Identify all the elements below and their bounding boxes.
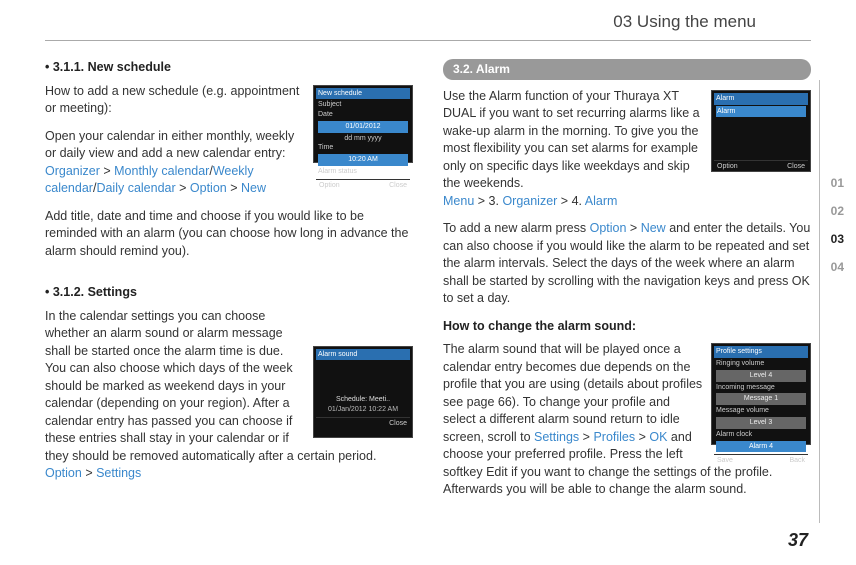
shot-value: Level 3 [716,417,806,429]
nav-link: OK [649,430,667,444]
nav-link: Profiles [593,430,635,444]
nav-link: Option [590,221,627,235]
shot-title: Alarm sound [316,349,410,361]
screenshot-alarm-sound: Alarm sound Schedule: Meeti.. 01/Jan/201… [313,346,413,438]
section-heading-alarm: 3.2. Alarm [443,59,811,80]
heading-settings: • 3.1.2. Settings [45,284,413,302]
shot-row: Incoming message [714,383,808,393]
screenshot-alarm-list: Alarm Alarm Option Close [711,90,811,172]
vertical-divider [819,80,820,523]
shot-value: Alarm 4 [716,441,806,453]
shot-value: 01/01/2012 [318,121,408,133]
sep: > [626,221,640,235]
nav-link: Monthly calendar [114,164,209,178]
nav-link: New [641,221,666,235]
shot-text: Schedule: Meeti.. [316,395,410,405]
shot-row: Alarm [716,106,806,118]
nav-link: Organizer [502,194,557,208]
sep: > 4. [557,194,584,208]
softkey-right: Close [389,181,407,191]
shot-title: Alarm [714,93,808,105]
nav-link: New [241,181,266,195]
text: To add a new alarm press [443,221,590,235]
shot-row: Date [316,110,410,120]
nav-link: Daily calendar [96,181,175,195]
sep: > [82,466,96,480]
sep: > [100,164,114,178]
sep: > [176,181,190,195]
page-content: • 3.1.1. New schedule New schedule Subje… [0,59,856,509]
sep: > [635,430,649,444]
shot-value: Level 4 [716,370,806,382]
chapter-tab-04[interactable]: 04 [827,254,848,280]
page-number: 37 [788,530,808,551]
screenshot-new-schedule: New schedule Subject Date 01/01/2012 dd … [313,85,413,163]
chapter-tabs: 01 02 03 04 [827,170,848,280]
shot-hint: dd mm yyyy [316,134,410,144]
chapter-title: 03 Using the menu [613,12,756,32]
nav-link: Alarm [585,194,618,208]
nav-link: Settings [534,430,579,444]
screenshot-profile-settings: Profile settings Ringing volume Level 4 … [711,343,811,445]
shot-row: Alarm status [316,167,410,177]
nav-link: Option [190,181,227,195]
nav-link: Menu [443,194,474,208]
shot-title: New schedule [316,88,410,100]
shot-value: Message 1 [716,393,806,405]
shot-row: Subject [316,100,410,110]
softkey-right: Close [389,419,407,429]
shot-text: 01/Jan/2012 10:22 AM [316,405,410,415]
chapter-tab-02[interactable]: 02 [827,198,848,224]
nav-link: Organizer [45,164,100,178]
shot-title: Profile settings [714,346,808,358]
page-header: 03 Using the menu [45,0,811,41]
right-column: 3.2. Alarm Alarm Alarm Option Close Use … [443,59,811,509]
nav-link: Option [45,466,82,480]
left-column: • 3.1.1. New schedule New schedule Subje… [45,59,413,509]
sep: > [579,430,593,444]
chapter-tab-01[interactable]: 01 [827,170,848,196]
sep: > 3. [474,194,502,208]
chapter-tab-03[interactable]: 03 [827,226,848,252]
heading-change-alarm-sound: How to change the alarm sound: [443,318,811,336]
softkey-left: Option [319,181,340,191]
shot-value: 10:20 AM [318,154,408,166]
softkey-right: Back [789,456,805,466]
softkey-right: Close [787,162,805,172]
softkey-left: Option [717,162,738,172]
para: To add a new alarm press Option > New an… [443,220,811,308]
sep: > [227,181,241,195]
nav-link: Settings [96,466,141,480]
shot-row: Alarm clock [714,430,808,440]
para: Add title, date and time and choose if y… [45,208,413,261]
heading-new-schedule: • 3.1.1. New schedule [45,59,413,77]
text: The alarm sound that will be played once… [443,342,702,444]
text: Open your calendar in either monthly, we… [45,129,294,161]
shot-row: Ringing volume [714,359,808,369]
shot-row: Time [316,143,410,153]
shot-row: Message volume [714,406,808,416]
text: Use the Alarm function of your Thuraya X… [443,89,700,191]
